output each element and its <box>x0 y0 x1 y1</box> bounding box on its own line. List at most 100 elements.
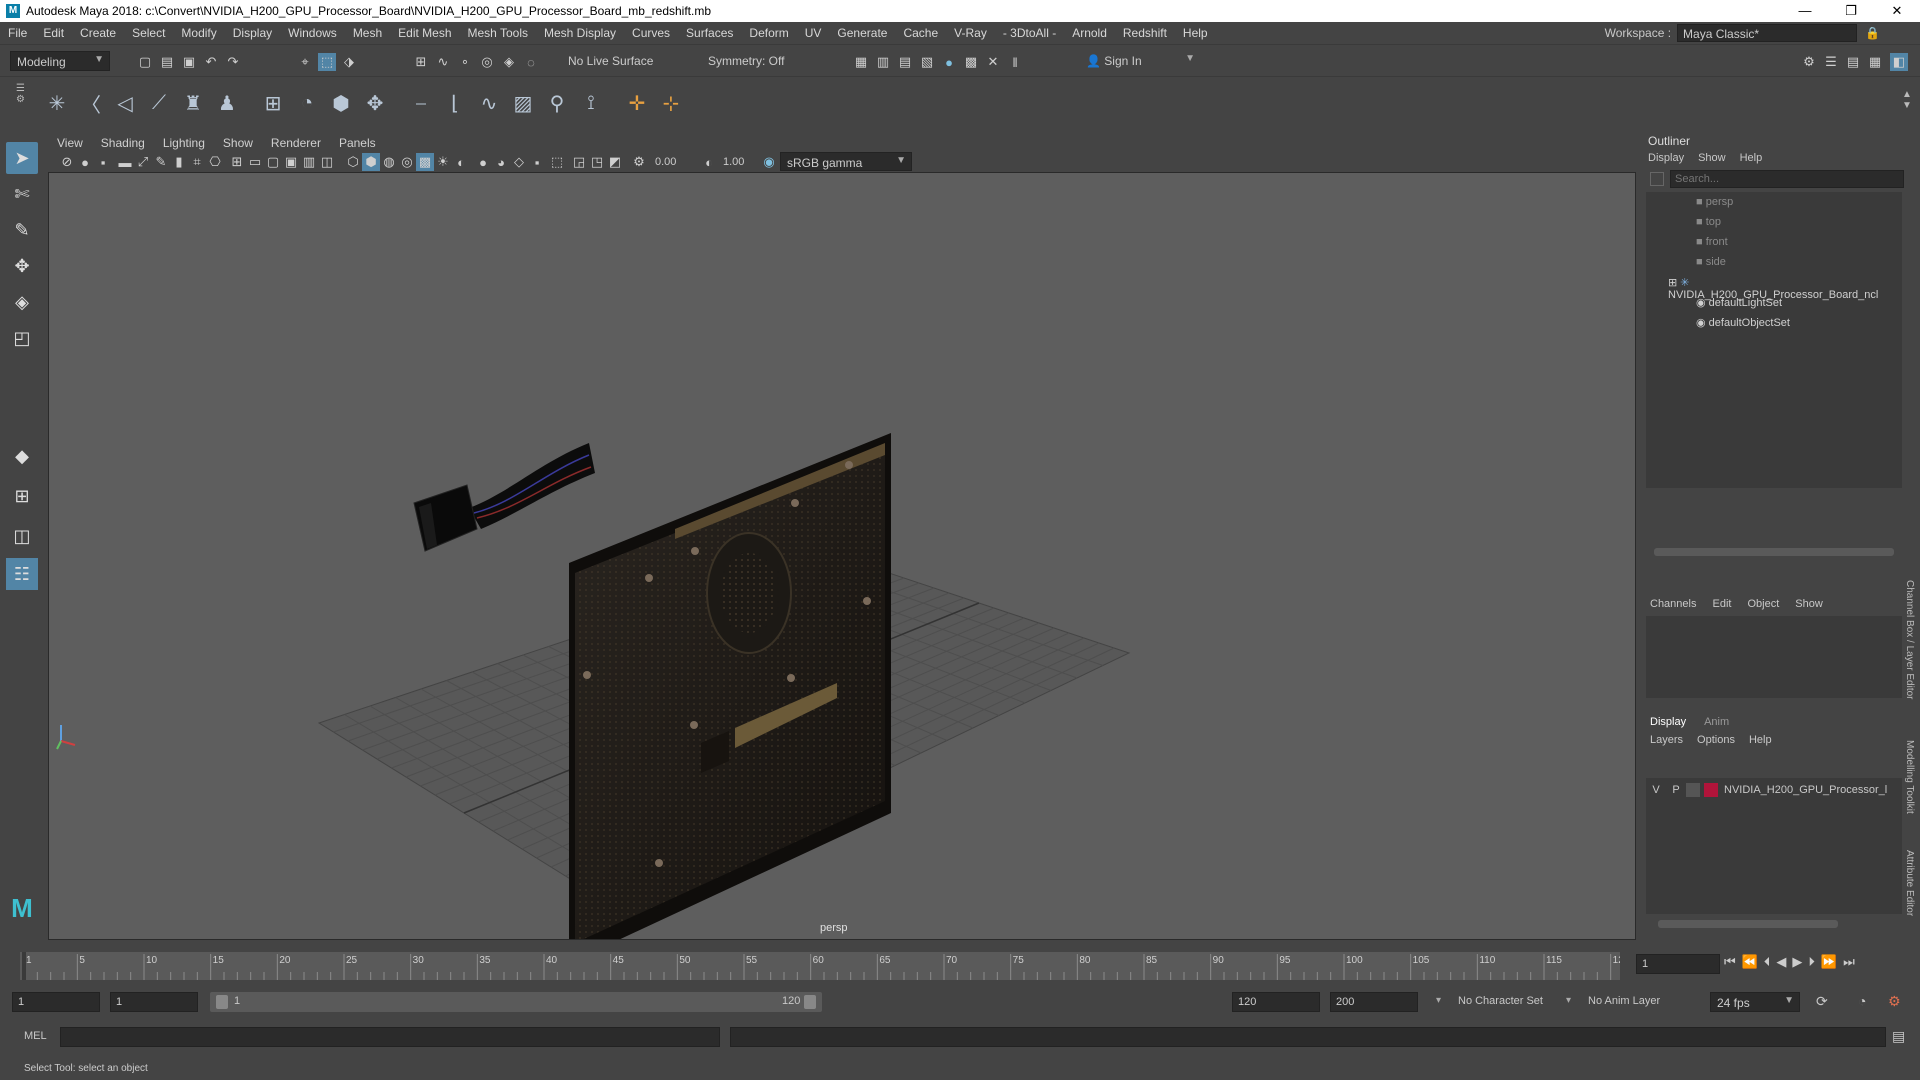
lasso-tool-icon[interactable]: ✄ <box>6 178 38 210</box>
range-start-handle[interactable] <box>216 995 228 1009</box>
workspace-dropdown[interactable]: Maya Classic* <box>1677 24 1858 42</box>
exposure-icon[interactable]: ⚙ <box>630 153 648 171</box>
high-quality-icon[interactable]: ◳ <box>588 153 606 171</box>
depth-of-field-icon[interactable]: ◕ <box>492 153 510 171</box>
chevron-down-icon[interactable]: ▾ <box>1566 995 1571 1006</box>
menu-deform[interactable]: Deform <box>741 26 796 40</box>
viewport-menu-show[interactable]: Show <box>214 136 262 150</box>
view-transform-icon[interactable]: ◉ <box>760 153 778 171</box>
filter-icon[interactable] <box>1650 172 1664 186</box>
current-frame-field[interactable]: 1 <box>1636 954 1720 974</box>
script-editor-icon[interactable]: ▤ <box>1892 1028 1905 1045</box>
wireframe-shading-icon[interactable]: ⬡ <box>344 153 362 171</box>
menu-mesh[interactable]: Mesh <box>345 26 390 40</box>
expand-icon[interactable]: ⊞ <box>1668 277 1680 289</box>
color-management-icon[interactable]: ◩ <box>606 153 624 171</box>
grease-pencil-icon[interactable]: ✎ <box>152 153 170 171</box>
ambient-occlusion-icon[interactable]: ☀ <box>434 153 452 171</box>
mode-dropdown[interactable]: Modeling ▼ <box>10 51 110 71</box>
toggle-outliner-icon[interactable]: ▦ <box>1866 53 1884 71</box>
layer-visibility-toggle[interactable]: V <box>1646 784 1666 796</box>
viewport-menu-shading[interactable]: Shading <box>92 136 154 150</box>
layer-menu-options[interactable]: Options <box>1697 734 1735 746</box>
range-end-handle[interactable] <box>804 995 816 1009</box>
menu-uv[interactable]: UV <box>797 26 830 40</box>
menu-help[interactable]: Help <box>1175 26 1216 40</box>
bend-deformer-icon[interactable]: ⎯ <box>406 87 436 119</box>
start-time-field[interactable]: 1 <box>12 992 100 1012</box>
two-d-pan-icon[interactable]: ⤢ <box>134 153 152 171</box>
field-chart-icon[interactable]: ▭ <box>246 153 264 171</box>
snap-surface-icon[interactable]: ◈ <box>500 53 518 71</box>
wireframe-icon[interactable]: ⊞ <box>228 153 246 171</box>
character-set-field[interactable]: No Character Set <box>1458 995 1543 1007</box>
viewport-menu-renderer[interactable]: Renderer <box>262 136 330 150</box>
image-plane-icon[interactable]: ▬ <box>116 153 134 171</box>
gate-mask-icon[interactable]: ▥ <box>300 153 318 171</box>
menu-arnold[interactable]: Arnold <box>1064 26 1115 40</box>
menu-edit-mesh[interactable]: Edit Mesh <box>390 26 459 40</box>
xray-joints-icon[interactable]: ▪ <box>528 153 546 171</box>
end-time-field[interactable]: 200 <box>1330 992 1418 1012</box>
outliner-menu-help[interactable]: Help <box>1740 152 1763 164</box>
toggle-tool-settings-icon[interactable]: ▤ <box>1844 53 1862 71</box>
xray-icon[interactable]: ◇ <box>510 153 528 171</box>
shelf-scroll-icon[interactable]: ▲ ▼ <box>1902 89 1912 111</box>
layer-row[interactable]: V P NVIDIA_H200_GPU_Processor_l <box>1646 780 1902 800</box>
layer-menu-help[interactable]: Help <box>1749 734 1772 746</box>
hypershade-icon[interactable]: ● <box>940 53 958 71</box>
auto-key-icon[interactable]: ◔ <box>1858 993 1866 1009</box>
two-view-icon[interactable]: ◫ <box>6 520 38 552</box>
ipr-render-icon[interactable]: ▤ <box>896 53 914 71</box>
open-scene-icon[interactable]: ▤ <box>158 53 176 71</box>
play-backward-icon[interactable]: ◀ <box>1776 954 1786 970</box>
menu-file[interactable]: File <box>0 26 35 40</box>
shadows-icon[interactable]: ▩ <box>416 153 434 171</box>
sculpt-deformer-icon[interactable]: ◔ <box>292 87 322 119</box>
maximize-button[interactable]: ❐ <box>1828 0 1874 22</box>
save-scene-icon[interactable]: ▣ <box>180 53 198 71</box>
ik-spline-icon[interactable]: ◁ <box>110 87 140 119</box>
layer-name[interactable]: NVIDIA_H200_GPU_Processor_l <box>1724 784 1887 796</box>
snap-point-icon[interactable]: ∘ <box>456 53 474 71</box>
menu-windows[interactable]: Windows <box>280 26 345 40</box>
render-sequence-icon[interactable]: ▥ <box>874 53 892 71</box>
menu-surfaces[interactable]: Surfaces <box>678 26 741 40</box>
backface-icon[interactable]: ◲ <box>570 153 588 171</box>
tab-channel-box[interactable]: Channel Box / Layer Editor <box>1904 580 1915 700</box>
menu-curves[interactable]: Curves <box>624 26 678 40</box>
squash-deformer-icon[interactable]: ▨ <box>508 87 538 119</box>
film-gate-icon[interactable]: ⌗ <box>188 153 206 171</box>
menu-mesh-tools[interactable]: Mesh Tools <box>460 26 536 40</box>
tab-attribute-editor[interactable]: Attribute Editor <box>1904 850 1915 916</box>
loop-icon[interactable]: ⟳ <box>1816 993 1828 1010</box>
outliner-hscrollbar[interactable] <box>1654 548 1894 556</box>
cluster-icon[interactable]: ✥ <box>360 87 390 119</box>
outliner-search-input[interactable] <box>1670 170 1904 188</box>
outliner-item-default-light-set[interactable]: ◉ defaultLightSet <box>1696 296 1782 309</box>
outliner-item-persp[interactable]: ■ persp <box>1696 196 1733 208</box>
safe-action-icon[interactable]: ▢ <box>264 153 282 171</box>
chevron-down-icon[interactable]: ▾ <box>1436 995 1441 1006</box>
anim-prefs-icon[interactable]: ⚙ <box>1888 993 1901 1010</box>
outliner-item-top[interactable]: ■ top <box>1696 216 1721 228</box>
layer-playback-toggle[interactable]: P <box>1666 784 1686 796</box>
select-component-icon[interactable]: ⬗ <box>340 53 358 71</box>
rotate-tool-icon[interactable]: ◈ <box>6 286 38 318</box>
outliner-item-default-object-set[interactable]: ◉ defaultObjectSet <box>1696 316 1790 329</box>
current-time-marker[interactable] <box>22 952 26 980</box>
menu-modify[interactable]: Modify <box>173 26 224 40</box>
outliner-item-side[interactable]: ■ side <box>1696 256 1726 268</box>
step-forward-key-icon[interactable]: ⏩ <box>1821 954 1837 970</box>
sign-in-dropdown[interactable]: 👤 Sign In ▼ <box>1080 51 1200 71</box>
render-settings-icon[interactable]: ▧ <box>918 53 936 71</box>
joint-tool-icon[interactable]: ✳ <box>42 87 72 119</box>
human-ik-icon[interactable]: ♟ <box>212 87 242 119</box>
playback-start-field[interactable]: 1 <box>110 992 198 1012</box>
quick-rig-icon[interactable]: ♜ <box>178 87 208 119</box>
gamma-field[interactable]: 1.00 <box>718 153 758 171</box>
undo-icon[interactable]: ↶ <box>202 53 220 71</box>
smooth-shading-icon[interactable]: ⬢ <box>362 153 380 171</box>
lock-icon[interactable]: 🔒 <box>1865 26 1880 40</box>
menu-create[interactable]: Create <box>72 26 124 40</box>
